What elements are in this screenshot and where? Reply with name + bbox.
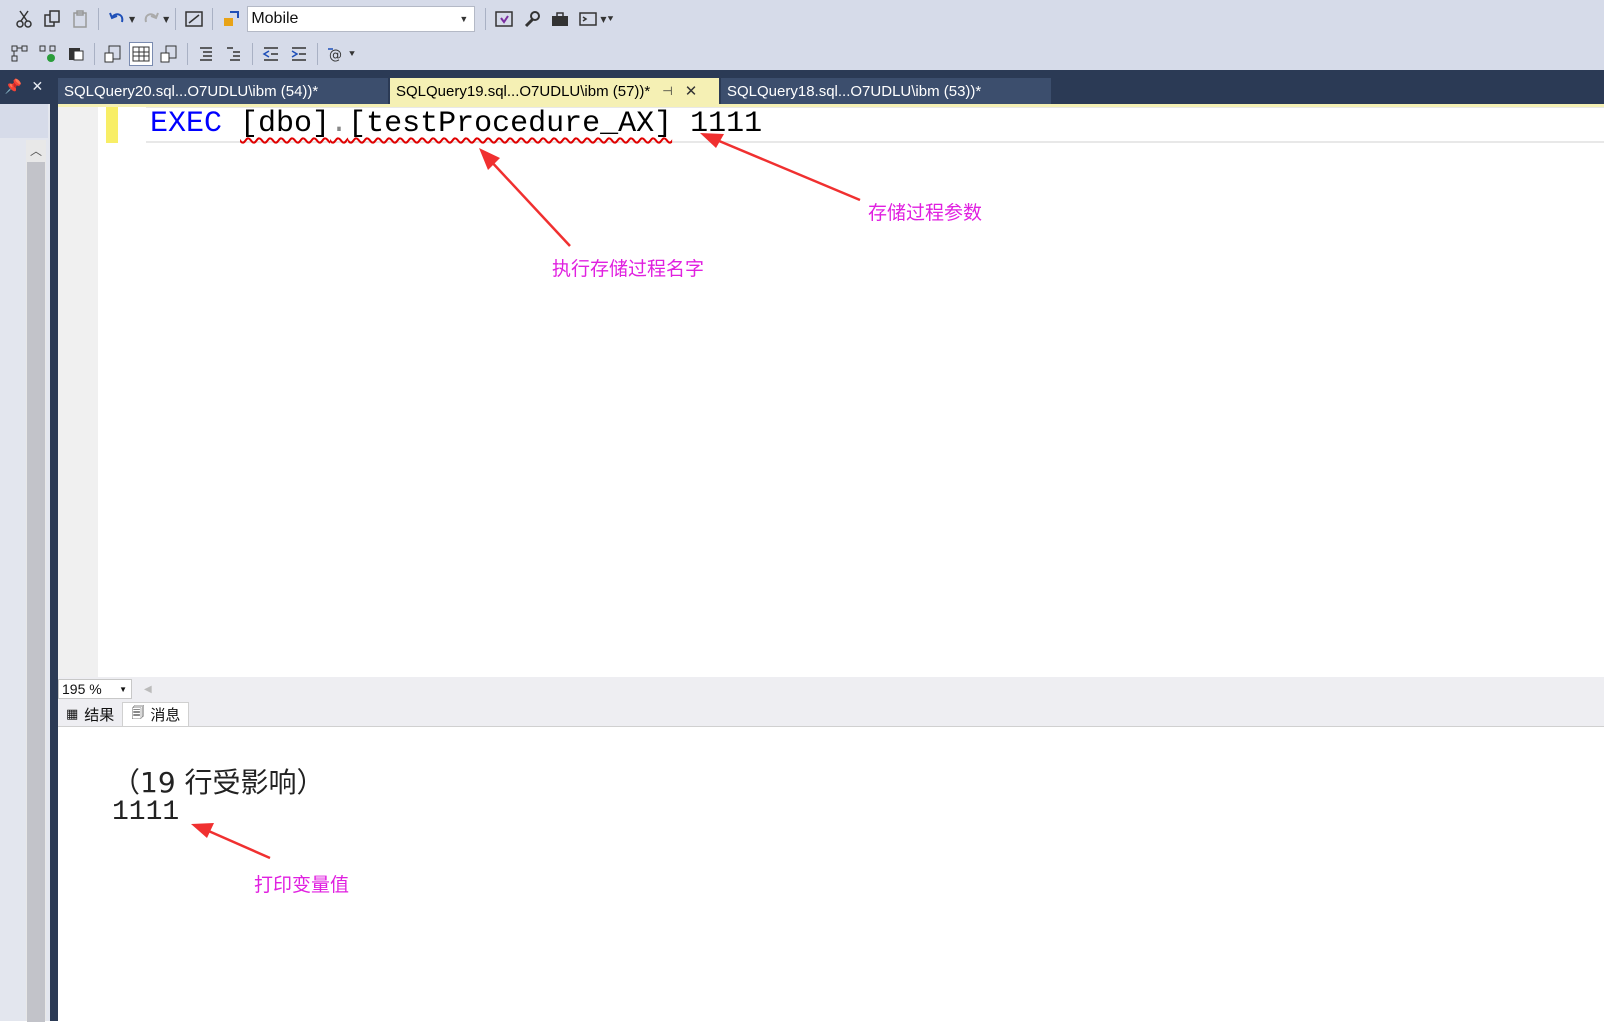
paste-icon[interactable] (68, 7, 92, 31)
procedure-name: [testProcedure_AX] (348, 107, 673, 141)
specify-values-icon[interactable]: @ (324, 42, 348, 66)
pane-controls: 📌 ✕ (0, 70, 48, 104)
editor-status-row: 195 % ▼ ◀ (58, 677, 1604, 701)
database-combo[interactable]: Mobile ▼ (247, 6, 476, 32)
tab-sqlquery19[interactable]: SQLQuery19.sql...O7UDLU\ibm (57))* ⊣ ✕ (390, 78, 719, 104)
tab-messages-label: 消息 (150, 706, 181, 724)
annotation-param: 存储过程参数 (868, 202, 983, 224)
separator (187, 43, 188, 65)
uncomment-icon[interactable] (222, 42, 246, 66)
copy-icon[interactable] (40, 7, 64, 31)
separator (252, 43, 253, 65)
change-marker (106, 107, 118, 143)
code-line[interactable]: EXEC [dbo].[testProcedure_AX] 1111 (150, 107, 762, 143)
query-editor[interactable]: EXEC [dbo].[testProcedure_AX] 1111 (58, 107, 1604, 677)
tab-messages[interactable]: 🗐 消息 (122, 702, 190, 726)
scroll-up-icon[interactable]: ︿ (26, 140, 46, 160)
tab-results-label: 结果 (84, 705, 115, 724)
toolbar-overflow-icon[interactable]: ⯆ (606, 14, 614, 25)
grid-icon: ▦ (66, 706, 79, 722)
terminal-icon[interactable] (576, 7, 600, 31)
results-to-grid-icon[interactable] (129, 42, 153, 66)
tab-results[interactable]: ▦ 结果 (58, 702, 123, 726)
messages-icon: 🗐 (131, 705, 145, 721)
redo-dropdown-icon[interactable]: ▼ (163, 15, 169, 24)
tab-sqlquery20[interactable]: SQLQuery20.sql...O7UDLU\ibm (54))* (58, 78, 388, 104)
results-to-text-icon[interactable] (101, 42, 125, 66)
sql-keyword: EXEC (150, 107, 223, 141)
tab-label: SQLQuery20.sql...O7UDLU\ibm (54))* (64, 82, 319, 100)
print-output: 1111 (112, 797, 180, 828)
zoom-value: 195 % (62, 681, 102, 697)
annotation-procedure: 执行存储过程名字 (552, 258, 705, 280)
display-plan-icon[interactable] (8, 42, 32, 66)
separator (98, 8, 99, 30)
close-icon[interactable]: ✕ (32, 79, 44, 95)
svg-text:@: @ (329, 48, 342, 63)
annotation-print: 打印变量值 (254, 874, 350, 896)
cut-icon[interactable] (12, 7, 36, 31)
pin-icon[interactable]: ⊣ (662, 84, 672, 98)
wrench-icon[interactable] (520, 7, 544, 31)
editor-gutter (58, 107, 98, 677)
redo-icon[interactable] (139, 7, 163, 31)
increase-indent-icon[interactable] (287, 42, 311, 66)
tab-label: SQLQuery18.sql...O7UDLU\ibm (53))* (727, 82, 982, 100)
document-tab-strip: 📌 ✕ SQLQuery20.sql...O7UDLU\ibm (54))* S… (0, 70, 1604, 104)
dot-separator: . (330, 107, 349, 141)
object-explorer-icon[interactable] (182, 7, 206, 31)
results-tab-bar: ▦ 结果 🗐 消息 (58, 701, 1604, 727)
procedure-argument: 1111 (690, 107, 763, 141)
panel-divider (50, 104, 58, 1021)
vs-logo-icon[interactable] (492, 7, 516, 31)
database-icon[interactable] (219, 7, 243, 31)
database-combo-value: Mobile (251, 10, 299, 27)
chevron-down-icon: ▼ (119, 684, 127, 694)
separator (175, 8, 177, 30)
chevron-down-icon: ▼ (459, 14, 469, 24)
close-icon[interactable]: ✕ (685, 82, 698, 100)
undo-icon[interactable] (105, 7, 129, 31)
scroll-thumb[interactable] (27, 162, 45, 1022)
schema-name: [dbo] (240, 107, 331, 141)
scroll-left-icon[interactable]: ◀ (144, 684, 152, 695)
toolbar-row-1: ▼ ▼ Mobile ▼ ▼ ⯆ (0, 0, 1604, 38)
comment-icon[interactable] (194, 42, 218, 66)
results-to-file-icon[interactable] (157, 42, 181, 66)
separator (94, 43, 95, 65)
decrease-indent-icon[interactable] (259, 42, 283, 66)
tab-label: SQLQuery19.sql...O7UDLU\ibm (57))* (396, 82, 651, 100)
separator (212, 8, 214, 30)
pin-icon[interactable]: 📌 (5, 79, 22, 95)
object-explorer-collapsed: ︿ (0, 104, 50, 1022)
rows-affected-message: （19 行受影响） (112, 766, 325, 799)
toolbox-icon[interactable] (548, 7, 572, 31)
vertical-scrollbar[interactable]: ︿ (26, 140, 46, 1022)
query-options-icon[interactable] (36, 42, 60, 66)
undo-dropdown-icon[interactable]: ▼ (129, 15, 135, 24)
tab-sqlquery18[interactable]: SQLQuery18.sql...O7UDLU\ibm (53))* (721, 78, 1051, 104)
panel-header (0, 104, 48, 138)
zoom-combo[interactable]: 195 % ▼ (58, 679, 132, 699)
include-plan-icon[interactable] (64, 42, 88, 66)
toolbar-overflow-icon[interactable]: ⯆ (348, 49, 356, 60)
separator (485, 8, 487, 30)
toolbar-row-2: @ ⯆ (0, 38, 1604, 70)
separator (317, 43, 318, 65)
